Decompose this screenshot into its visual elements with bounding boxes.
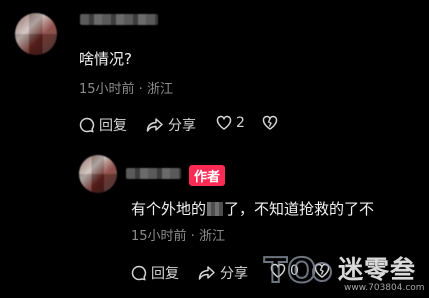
share-label: 分享 [168, 118, 196, 134]
reply-icon [131, 265, 147, 281]
reply-button[interactable]: 回复 [79, 115, 127, 135]
share-button[interactable]: 分享 [146, 115, 196, 135]
comment-location: 浙江 [146, 82, 173, 97]
author-username-blurred[interactable] [126, 168, 181, 179]
reply-meta: 15小时前 · 浙江 [131, 229, 225, 244]
broken-heart-icon [262, 115, 278, 130]
watermark-url: www.703804.com [344, 283, 425, 293]
site-watermark: TO 迷零叁 www.703804.com [262, 248, 429, 298]
commenter-avatar[interactable] [15, 13, 57, 55]
share-icon [198, 266, 215, 280]
commenter-username-blurred[interactable] [80, 14, 158, 25]
reply-button-2[interactable]: 回复 [131, 263, 179, 283]
comment-time: 15小时前 [79, 82, 135, 97]
share-label-2: 分享 [220, 266, 248, 282]
like-button[interactable]: 2 [216, 115, 245, 131]
reply-label-2: 回复 [151, 266, 179, 282]
reply-text: 有个外地的 了，不知道抢救的了不 [131, 200, 375, 218]
comment-meta: 15小时前 · 浙江 [79, 82, 173, 97]
author-badge: 作者 [189, 165, 226, 186]
share-icon [146, 118, 163, 132]
reply-icon [79, 117, 95, 133]
reply-label: 回复 [99, 118, 127, 134]
dislike-button[interactable] [262, 115, 278, 131]
reply-location: 浙江 [198, 229, 225, 244]
reply-time: 15小时前 [131, 229, 187, 244]
heart-icon [216, 115, 232, 130]
watermark-brand: 迷零叁 [338, 255, 417, 284]
like-count: 2 [236, 115, 245, 131]
watermark-logo-icon: TO [263, 250, 332, 290]
svg-text:TO: TO [264, 251, 316, 290]
censored-mosaic [207, 202, 224, 216]
comment-text: 啥情况? [79, 50, 132, 68]
share-button-2[interactable]: 分享 [198, 263, 248, 283]
author-avatar[interactable] [79, 155, 117, 193]
